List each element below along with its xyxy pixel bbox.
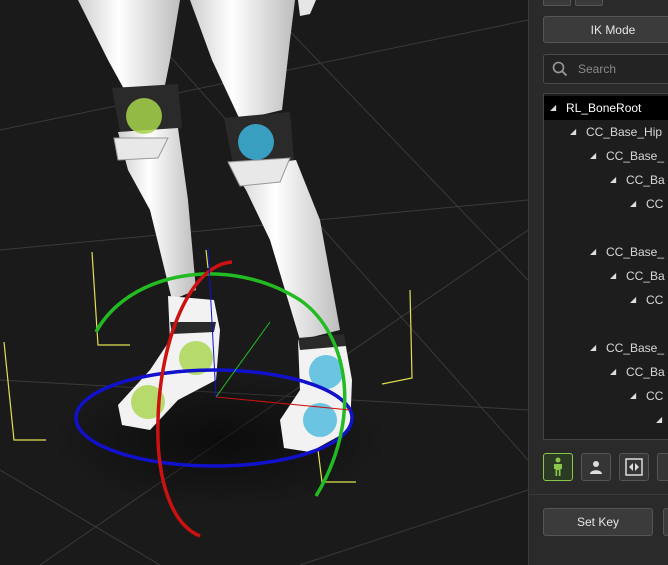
top-tab-2[interactable] bbox=[575, 0, 603, 6]
expand-triangle-icon[interactable]: ◢ bbox=[656, 416, 664, 424]
bust-mode-button[interactable] bbox=[581, 453, 611, 481]
expand-triangle-icon[interactable]: ◢ bbox=[630, 392, 638, 400]
3d-viewport[interactable] bbox=[0, 0, 528, 565]
tree-node-label: CC_Base_Hip bbox=[586, 125, 663, 139]
tree-node-right-calf[interactable]: ◢ CC_Ba bbox=[610, 264, 665, 288]
bone-tree[interactable]: ◢ RL_BoneRoot ◢ CC_Base_Hip ◢ CC_Base_ ◢… bbox=[543, 93, 668, 440]
tree-node-right-foot[interactable]: ◢ CC bbox=[630, 288, 663, 312]
expand-triangle-icon[interactable]: ◢ bbox=[590, 344, 598, 352]
ik-side-panel: IK Mode ◢ RL_BoneRoot ◢ CC_Base_Hip ◢ CC… bbox=[528, 0, 668, 565]
expand-triangle-icon[interactable]: ◢ bbox=[590, 248, 598, 256]
ik-mode-button[interactable]: IK Mode bbox=[543, 16, 668, 43]
tree-node-label: CC_Ba bbox=[626, 365, 665, 379]
knee-effector-right[interactable] bbox=[238, 124, 274, 160]
tree-node-spine[interactable]: ◢ CC_Base_ bbox=[590, 336, 664, 360]
tree-node-left-foot[interactable]: ◢ CC bbox=[630, 192, 663, 216]
expand-triangle-icon[interactable]: ◢ bbox=[630, 200, 638, 208]
tree-node-left-calf[interactable]: ◢ CC_Ba bbox=[610, 168, 665, 192]
tree-node-right-thigh[interactable]: ◢ CC_Base_ bbox=[590, 240, 664, 264]
tree-node-label: CC bbox=[646, 389, 664, 403]
expand-triangle-icon[interactable]: ◢ bbox=[550, 104, 558, 112]
search-input[interactable] bbox=[578, 60, 668, 78]
secondary-key-button[interactable] bbox=[663, 508, 668, 536]
expand-triangle-icon[interactable]: ◢ bbox=[630, 296, 638, 304]
tree-node-hip[interactable]: ◢ CC_Base_Hip bbox=[570, 120, 662, 144]
expand-triangle-icon[interactable]: ◢ bbox=[570, 128, 578, 136]
tree-node-spine-4[interactable]: ◢ bbox=[656, 408, 668, 432]
expand-triangle-icon[interactable]: ◢ bbox=[610, 176, 618, 184]
set-key-button[interactable]: Set Key bbox=[543, 508, 653, 536]
knee-effector-left[interactable] bbox=[126, 98, 162, 134]
tree-node-left-thigh[interactable]: ◢ CC_Base_ bbox=[590, 144, 664, 168]
search-icon bbox=[552, 61, 568, 77]
panel-top-tabs bbox=[543, 0, 603, 6]
mirror-icon bbox=[625, 458, 643, 476]
tree-node-label: CC bbox=[646, 197, 664, 211]
tree-node-spine-3[interactable]: ◢ CC bbox=[630, 384, 663, 408]
tree-node-label: CC_Base_ bbox=[606, 149, 665, 163]
tree-node-label: CC_Base_ bbox=[606, 245, 665, 259]
mirror-button[interactable] bbox=[619, 453, 649, 481]
scene-canvas[interactable] bbox=[0, 0, 528, 565]
person-icon bbox=[590, 461, 602, 474]
expand-triangle-icon[interactable]: ◢ bbox=[610, 368, 618, 376]
panel-divider bbox=[529, 494, 668, 495]
expand-triangle-icon[interactable]: ◢ bbox=[590, 152, 598, 160]
full-body-mode-button[interactable] bbox=[543, 453, 573, 481]
tree-node-label: CC_Ba bbox=[626, 173, 665, 187]
tree-node-spine-2[interactable]: ◢ CC_Ba bbox=[610, 360, 665, 384]
panel-toolbar bbox=[543, 453, 668, 481]
extra-tool-button[interactable] bbox=[657, 453, 668, 481]
expand-triangle-icon[interactable]: ◢ bbox=[610, 272, 618, 280]
tree-node-label: CC bbox=[646, 293, 664, 307]
top-tab-1[interactable] bbox=[543, 0, 571, 6]
tree-node-label: RL_BoneRoot bbox=[566, 101, 642, 115]
tree-node-bone-root[interactable]: ◢ RL_BoneRoot bbox=[544, 96, 668, 120]
search-box[interactable] bbox=[543, 54, 668, 84]
tree-node-label: CC_Ba bbox=[626, 269, 665, 283]
tree-node-label: CC_Base_ bbox=[606, 341, 665, 355]
body-figure-icon bbox=[554, 457, 562, 476]
